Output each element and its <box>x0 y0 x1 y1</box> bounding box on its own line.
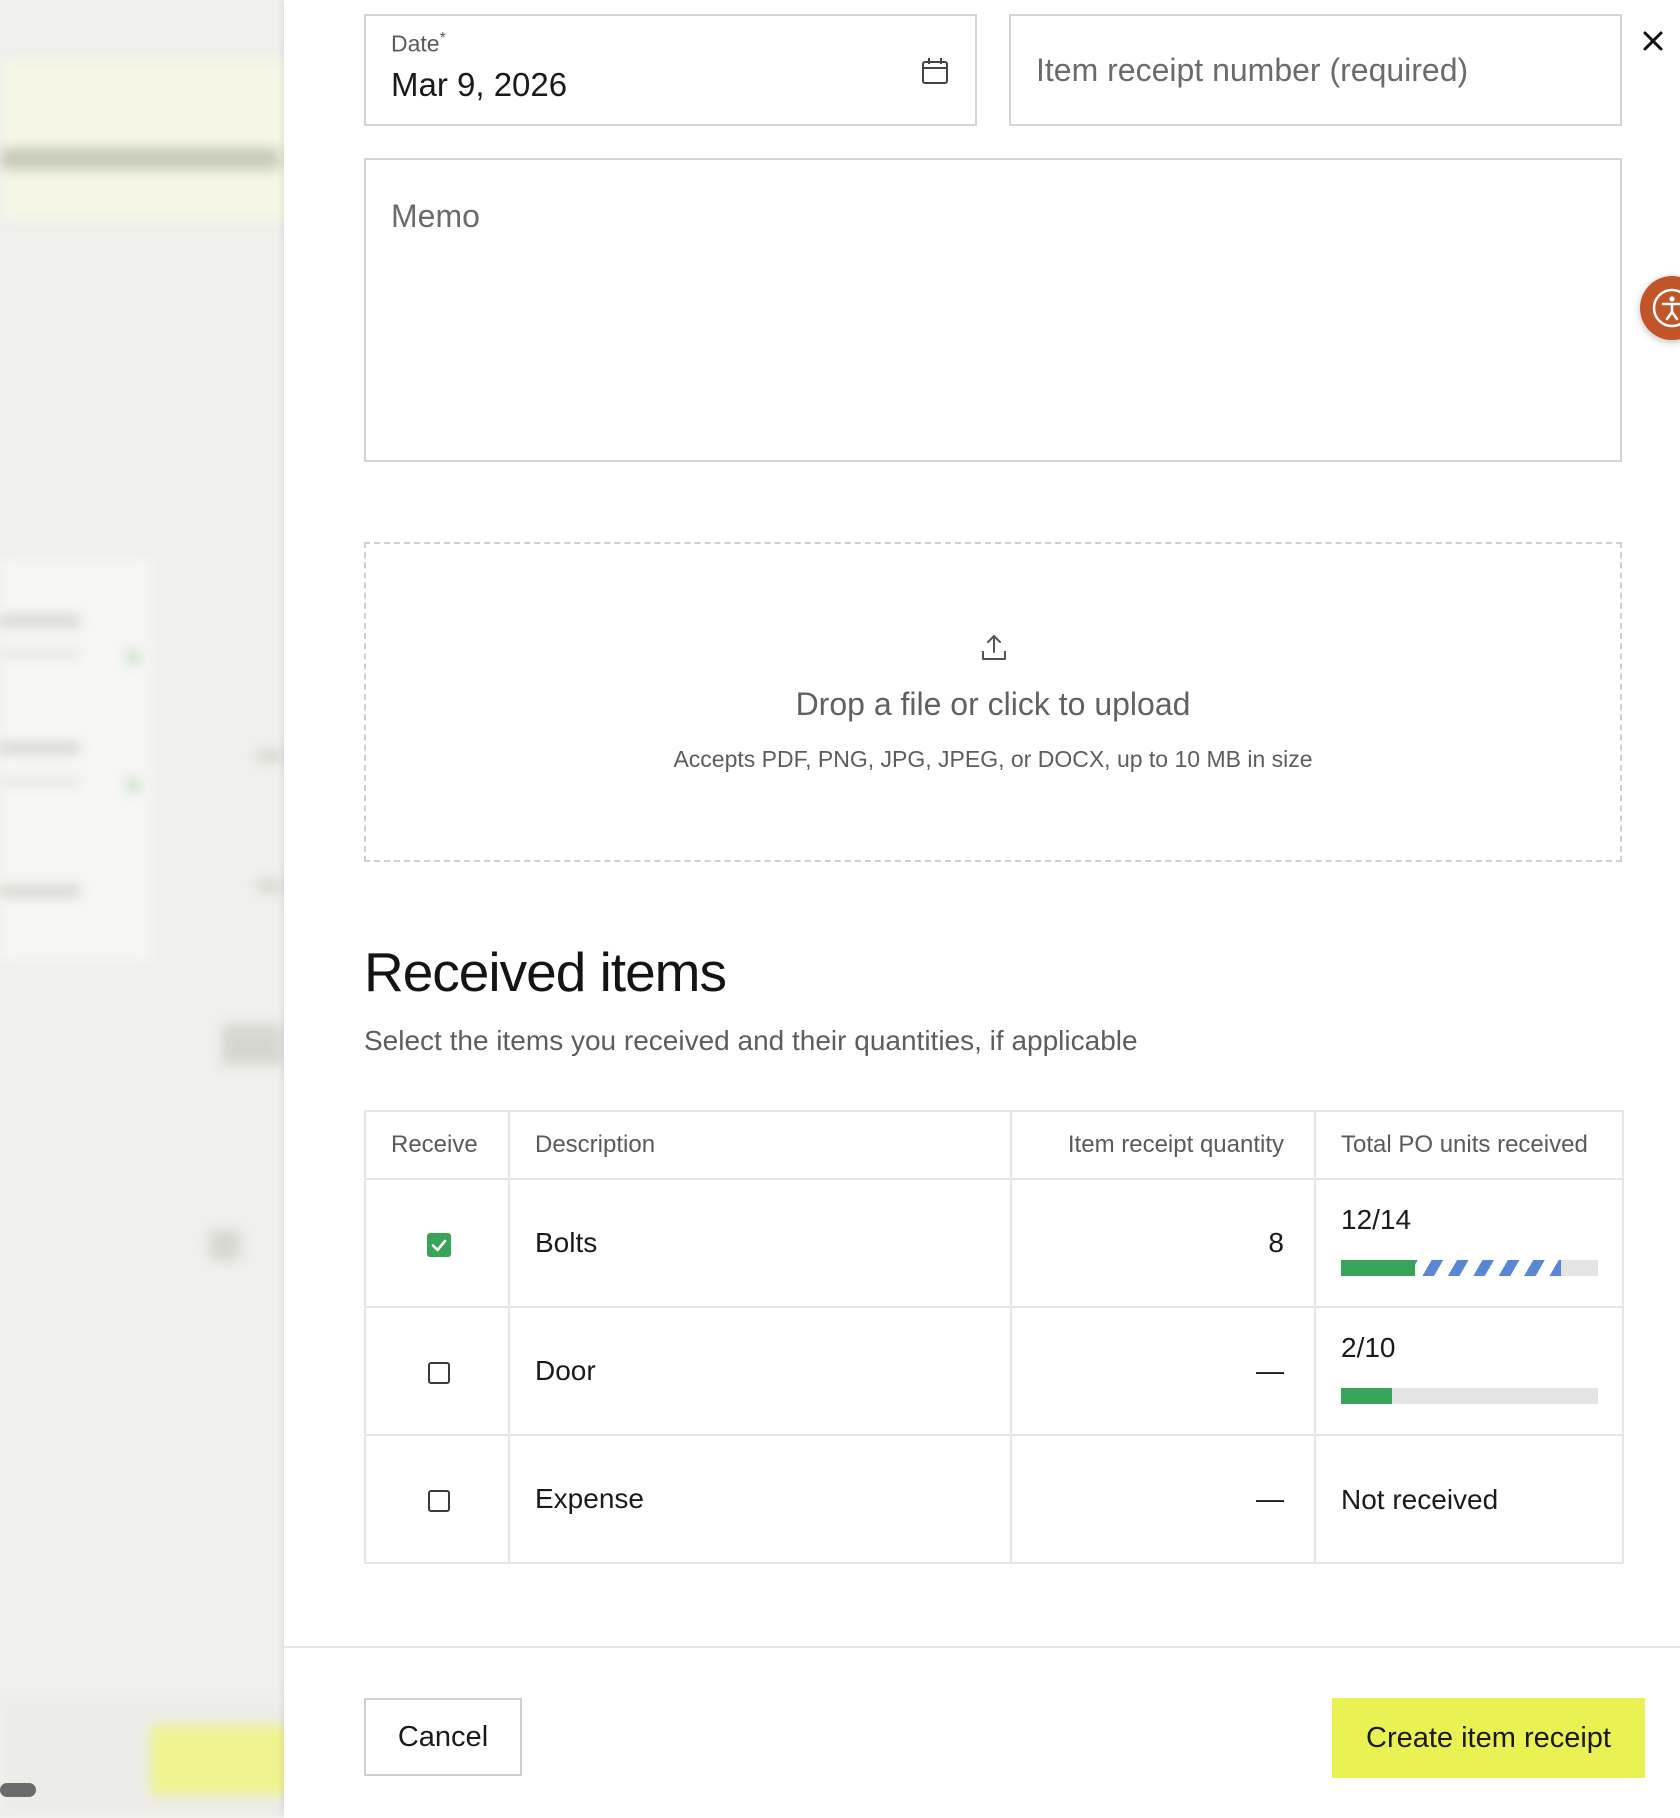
table-row: Expense — Not received <box>364 1434 1624 1564</box>
units-progress-bar <box>1341 1260 1598 1276</box>
units-progress-bar <box>1341 1388 1598 1404</box>
table-header-row: Receive Description Item receipt quantit… <box>364 1110 1624 1180</box>
quantity-cell[interactable]: — <box>1010 1434 1316 1564</box>
table-row: Bolts 8 12/14 <box>364 1178 1624 1308</box>
column-header-description: Description <box>508 1110 1012 1180</box>
description-cell: Door <box>508 1306 1012 1436</box>
memo-field[interactable]: Memo <box>364 158 1622 462</box>
table-row: Door — 2/10 <box>364 1306 1624 1436</box>
received-items-title: Received items <box>364 941 727 1003</box>
receive-checkbox[interactable] <box>428 1361 450 1384</box>
create-item-receipt-button[interactable]: Create item receipt <box>1332 1698 1645 1778</box>
description-cell: Expense <box>508 1434 1012 1564</box>
receive-cell <box>364 1306 510 1436</box>
calendar-icon[interactable] <box>919 55 951 87</box>
received-items-subtitle: Select the items you received and their … <box>364 1025 1138 1056</box>
background-scrollbar <box>0 1783 36 1797</box>
receive-cell <box>364 1178 510 1308</box>
units-received-text: 2/10 <box>1341 1332 1396 1363</box>
received-progress-fill <box>1341 1388 1393 1404</box>
received-items-table: Receive Description Item receipt quantit… <box>364 1110 1624 1564</box>
column-header-receive: Receive <box>364 1110 510 1180</box>
description-cell: Bolts <box>508 1178 1012 1308</box>
received-progress-fill <box>1341 1260 1415 1276</box>
receive-cell <box>364 1434 510 1564</box>
receive-checkbox[interactable] <box>427 1232 451 1257</box>
accessibility-icon <box>1652 288 1680 328</box>
checkmark-icon <box>431 1239 447 1251</box>
file-upload-dropzone[interactable]: Drop a file or click to upload Accepts P… <box>364 542 1622 862</box>
column-header-units-received: Total PO units received <box>1314 1110 1624 1180</box>
units-received-text: Not received <box>1341 1484 1499 1515</box>
required-mark: * <box>439 30 446 47</box>
upload-subtitle: Accepts PDF, PNG, JPG, JPEG, or DOCX, up… <box>673 746 1313 772</box>
memo-placeholder: Memo <box>391 198 480 234</box>
column-header-quantity: Item receipt quantity <box>1010 1110 1316 1180</box>
quantity-cell[interactable]: — <box>1010 1306 1316 1436</box>
upload-title: Drop a file or click to upload <box>795 686 1191 722</box>
date-field[interactable]: Date* Mar 9, 2026 <box>364 14 977 126</box>
pending-progress-fill <box>1414 1260 1562 1276</box>
units-received-cell: 2/10 <box>1314 1306 1624 1436</box>
close-icon <box>1643 31 1663 51</box>
background-page <box>0 0 284 1816</box>
upload-icon <box>982 635 1006 660</box>
item-receipt-number-placeholder: Item receipt number (required) <box>1036 52 1469 88</box>
quantity-cell[interactable]: 8 <box>1010 1178 1316 1308</box>
date-value: Mar 9, 2026 <box>391 66 568 103</box>
drawer-footer: Cancel Create item receipt <box>284 1646 1680 1818</box>
receive-checkbox[interactable] <box>428 1489 450 1512</box>
date-label: Date* <box>391 30 446 57</box>
units-received-cell: 12/14 <box>1314 1178 1624 1308</box>
close-button[interactable] <box>1636 24 1670 58</box>
units-received-text: 12/14 <box>1341 1204 1412 1235</box>
cancel-button[interactable]: Cancel <box>364 1698 522 1776</box>
units-received-cell: Not received <box>1314 1434 1624 1564</box>
item-receipt-number-field[interactable]: Item receipt number (required) <box>1009 14 1622 126</box>
